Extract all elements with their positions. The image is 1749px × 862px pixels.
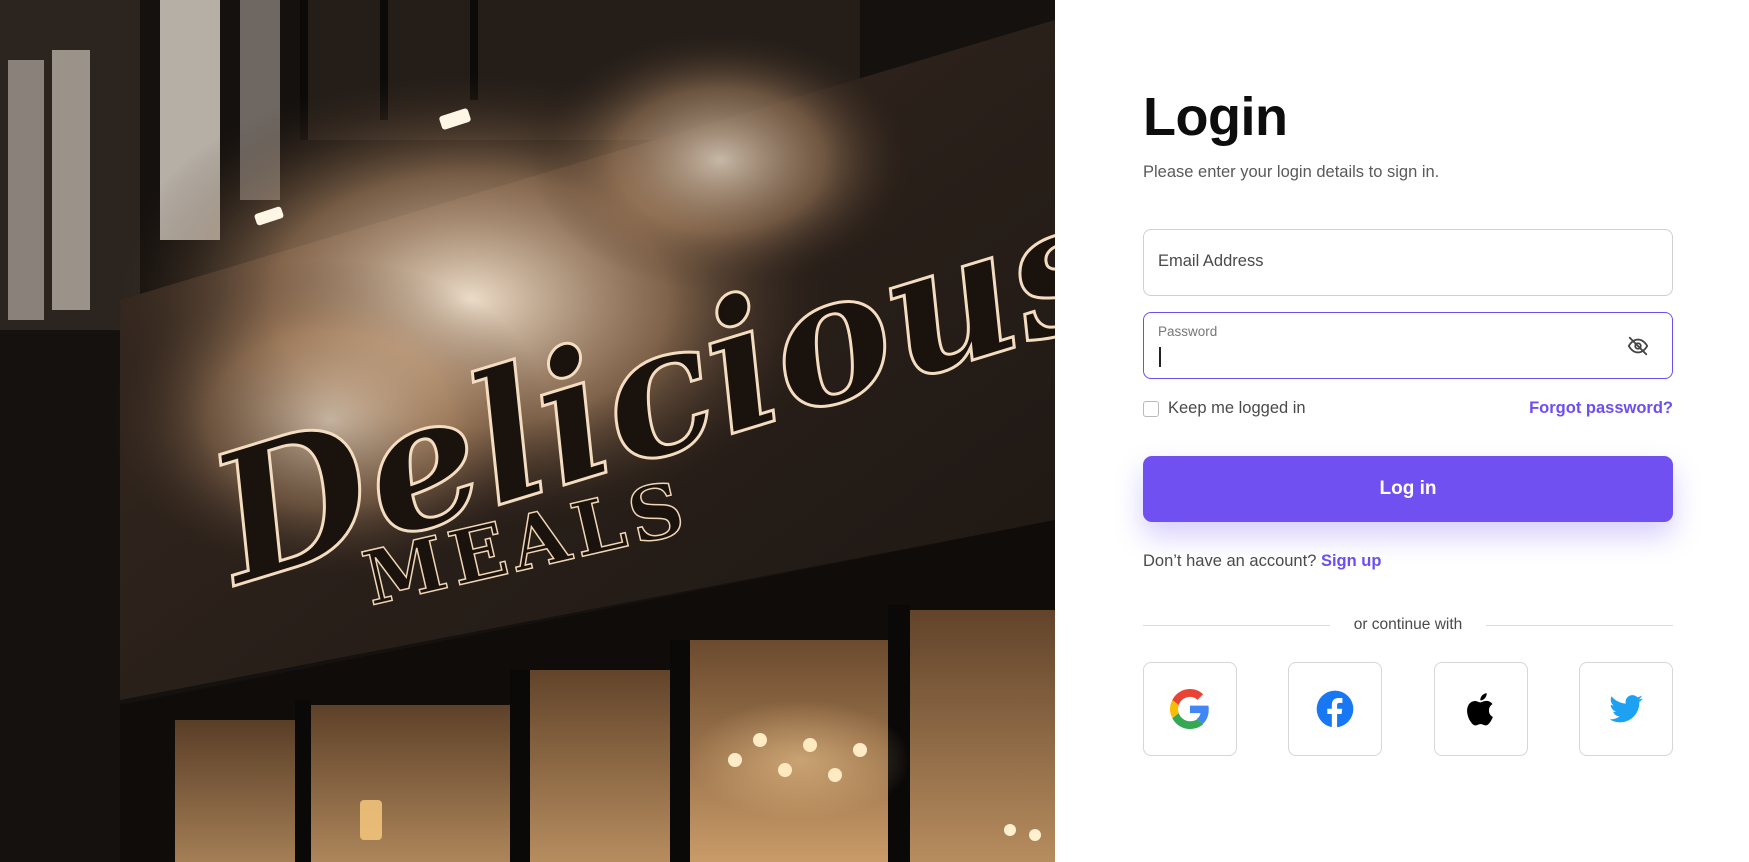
facebook-login-button[interactable]	[1288, 662, 1382, 756]
divider-line-right	[1486, 625, 1673, 626]
login-panel: Login Please enter your login details to…	[1143, 0, 1673, 862]
divider: or continue with	[1143, 616, 1673, 636]
storefront-illustration: Delicious MEALS	[0, 0, 1055, 862]
facebook-icon	[1316, 690, 1354, 728]
signup-prompt: Don’t have an account?	[1143, 552, 1317, 570]
text-cursor	[1159, 347, 1161, 367]
page-title: Login	[1143, 87, 1288, 147]
hero-image: Delicious MEALS	[0, 0, 1055, 862]
password-field[interactable]: Password	[1143, 312, 1673, 379]
remember-me[interactable]: Keep me logged in	[1143, 399, 1306, 418]
email-placeholder: Email Address	[1158, 252, 1264, 270]
forgot-password-link[interactable]: Forgot password?	[1529, 399, 1673, 418]
signup-row: Don’t have an account? Sign up	[1143, 552, 1381, 571]
apple-icon	[1467, 693, 1493, 726]
google-icon	[1170, 689, 1209, 729]
page-subtitle: Please enter your login details to sign …	[1143, 163, 1440, 181]
apple-login-button[interactable]	[1434, 662, 1528, 756]
email-field[interactable]: Email Address	[1143, 229, 1673, 296]
signup-link[interactable]: Sign up	[1321, 552, 1382, 570]
google-login-button[interactable]	[1143, 662, 1237, 756]
login-button[interactable]: Log in	[1143, 456, 1673, 522]
login-page: Delicious MEALS Login Please enter your …	[0, 0, 1749, 862]
eye-off-icon[interactable]	[1626, 335, 1650, 357]
remember-checkbox[interactable]	[1143, 400, 1159, 417]
twitter-login-button[interactable]	[1579, 662, 1673, 756]
twitter-icon	[1609, 695, 1643, 723]
password-label: Password	[1158, 324, 1218, 339]
remember-label: Keep me logged in	[1168, 399, 1306, 417]
